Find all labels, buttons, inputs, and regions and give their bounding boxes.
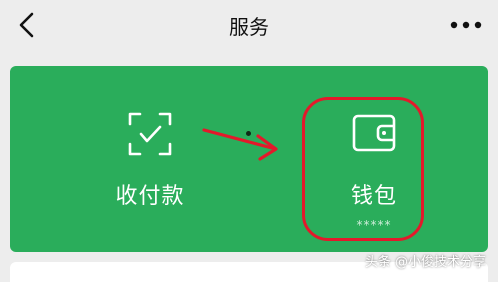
top-navigation-bar: 服务 bbox=[0, 0, 498, 52]
more-options-icon[interactable] bbox=[450, 21, 482, 29]
page-title: 服务 bbox=[229, 15, 269, 39]
pay-receive-label: 收付款 bbox=[115, 184, 185, 209]
watermark-text: 头条 @小俊技术分享 bbox=[364, 255, 486, 270]
red-arrow-annotation-icon bbox=[202, 128, 278, 161]
wallet-highlight-circle bbox=[302, 97, 424, 241]
service-card: 收付款 钱包 ***** bbox=[10, 66, 488, 252]
scan-check-icon bbox=[128, 112, 172, 156]
